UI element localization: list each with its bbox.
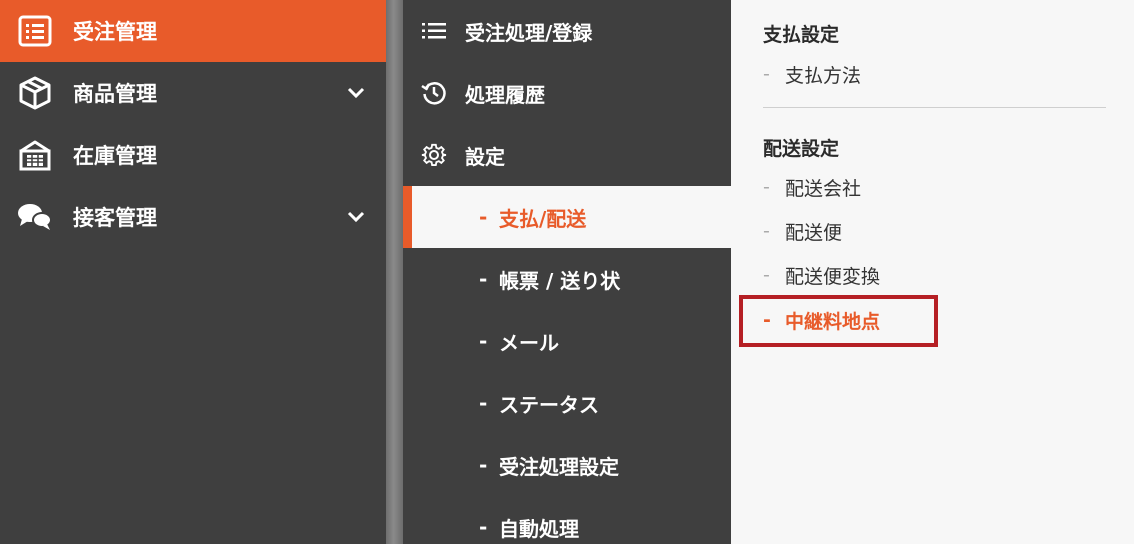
dash-marker: - — [763, 176, 770, 198]
sub-nav-label: 自動処理 — [499, 516, 579, 541]
panel-item-label: 中継料地点 — [785, 310, 881, 333]
sub-nav: 受注処理/登録 処理履歴 設定 - 支払/配送 - 帳票 / 送り状 - メール… — [403, 0, 731, 544]
panel-item-label: 配送便 — [785, 221, 843, 244]
list-icon — [421, 18, 447, 44]
sub-nav-label: 受注処理/登録 — [465, 20, 593, 45]
sub-nav-label: 受注処理設定 — [499, 454, 619, 479]
sub-nav-item-status[interactable]: - ステータス — [403, 372, 731, 434]
sub-nav-item-forms-invoices[interactable]: - 帳票 / 送り状 — [403, 248, 731, 310]
section-title-payment: 支払設定 — [763, 24, 840, 46]
dash-marker: - — [479, 267, 488, 291]
main-nav-item-orders[interactable]: 受注管理 — [0, 0, 386, 62]
section-divider — [763, 107, 1106, 108]
gear-icon — [421, 142, 447, 168]
main-nav-label: 接客管理 — [73, 206, 157, 230]
dash-marker: - — [479, 329, 488, 353]
section-title-shipping: 配送設定 — [763, 138, 840, 160]
sub-nav-label: 設定 — [465, 144, 505, 169]
order-list-icon — [17, 13, 53, 49]
panel-item-label: 配送便変換 — [785, 265, 881, 288]
sub-nav-item-auto-processing[interactable]: - 自動処理 — [403, 496, 731, 544]
chat-bubbles-icon — [17, 199, 53, 235]
sub-nav-label: 支払/配送 — [499, 206, 587, 231]
sub-nav-item-order-processing-settings[interactable]: - 受注処理設定 — [403, 434, 731, 496]
main-nav-item-products[interactable]: 商品管理 — [0, 62, 386, 124]
box-icon — [17, 75, 53, 111]
sub-nav-item-settings[interactable]: 設定 — [403, 124, 731, 186]
warehouse-icon — [17, 137, 53, 173]
main-nav-item-inventory[interactable]: 在庫管理 — [0, 124, 386, 186]
panel-item-shipping-company[interactable]: - 配送会社 — [763, 172, 861, 202]
sub-nav-label: メール — [499, 330, 559, 355]
dash-marker: - — [763, 264, 770, 286]
panel-item-payment-method[interactable]: - 支払方法 — [763, 59, 861, 89]
panel-item-shipping-service[interactable]: - 配送便 — [763, 216, 842, 246]
dash-marker: - — [479, 391, 488, 415]
sub-nav-item-history[interactable]: 処理履歴 — [403, 62, 731, 124]
dash-marker: - — [479, 453, 488, 477]
panel-item-relay-fee-points[interactable]: - 中継料地点 — [763, 305, 880, 335]
dash-marker: - — [763, 63, 770, 85]
settings-panel: 支払設定 - 支払方法 配送設定 - 配送会社 - 配送便 - 配送便変換 - … — [731, 0, 1134, 544]
sub-nav-item-order-processing[interactable]: 受注処理/登録 — [403, 0, 731, 62]
main-nav-item-customer-service[interactable]: 接客管理 — [0, 186, 386, 248]
main-nav: 受注管理 商品管理 在庫管理 接客管理 — [0, 0, 386, 544]
sub-nav-label: ステータス — [499, 392, 599, 417]
main-nav-label: 受注管理 — [73, 20, 157, 44]
resize-gutter — [386, 0, 403, 544]
panel-item-label: 配送会社 — [785, 177, 862, 200]
chevron-down-icon[interactable] — [345, 82, 367, 104]
sub-nav-item-payment-shipping[interactable]: - 支払/配送 — [403, 186, 731, 248]
dash-marker: - — [479, 515, 488, 539]
panel-item-shipping-conversion[interactable]: - 配送便変換 — [763, 260, 880, 290]
main-nav-label: 商品管理 — [73, 82, 157, 106]
main-nav-label: 在庫管理 — [73, 144, 157, 168]
chevron-down-icon[interactable] — [345, 206, 367, 228]
panel-item-label: 支払方法 — [785, 64, 862, 87]
dash-marker: - — [763, 220, 770, 242]
sub-nav-label: 処理履歴 — [465, 82, 545, 107]
sub-nav-item-mail[interactable]: - メール — [403, 310, 731, 372]
history-icon — [421, 80, 447, 106]
dash-marker: - — [479, 205, 488, 229]
dash-marker: - — [763, 309, 771, 331]
sub-nav-label: 帳票 / 送り状 — [499, 268, 621, 293]
